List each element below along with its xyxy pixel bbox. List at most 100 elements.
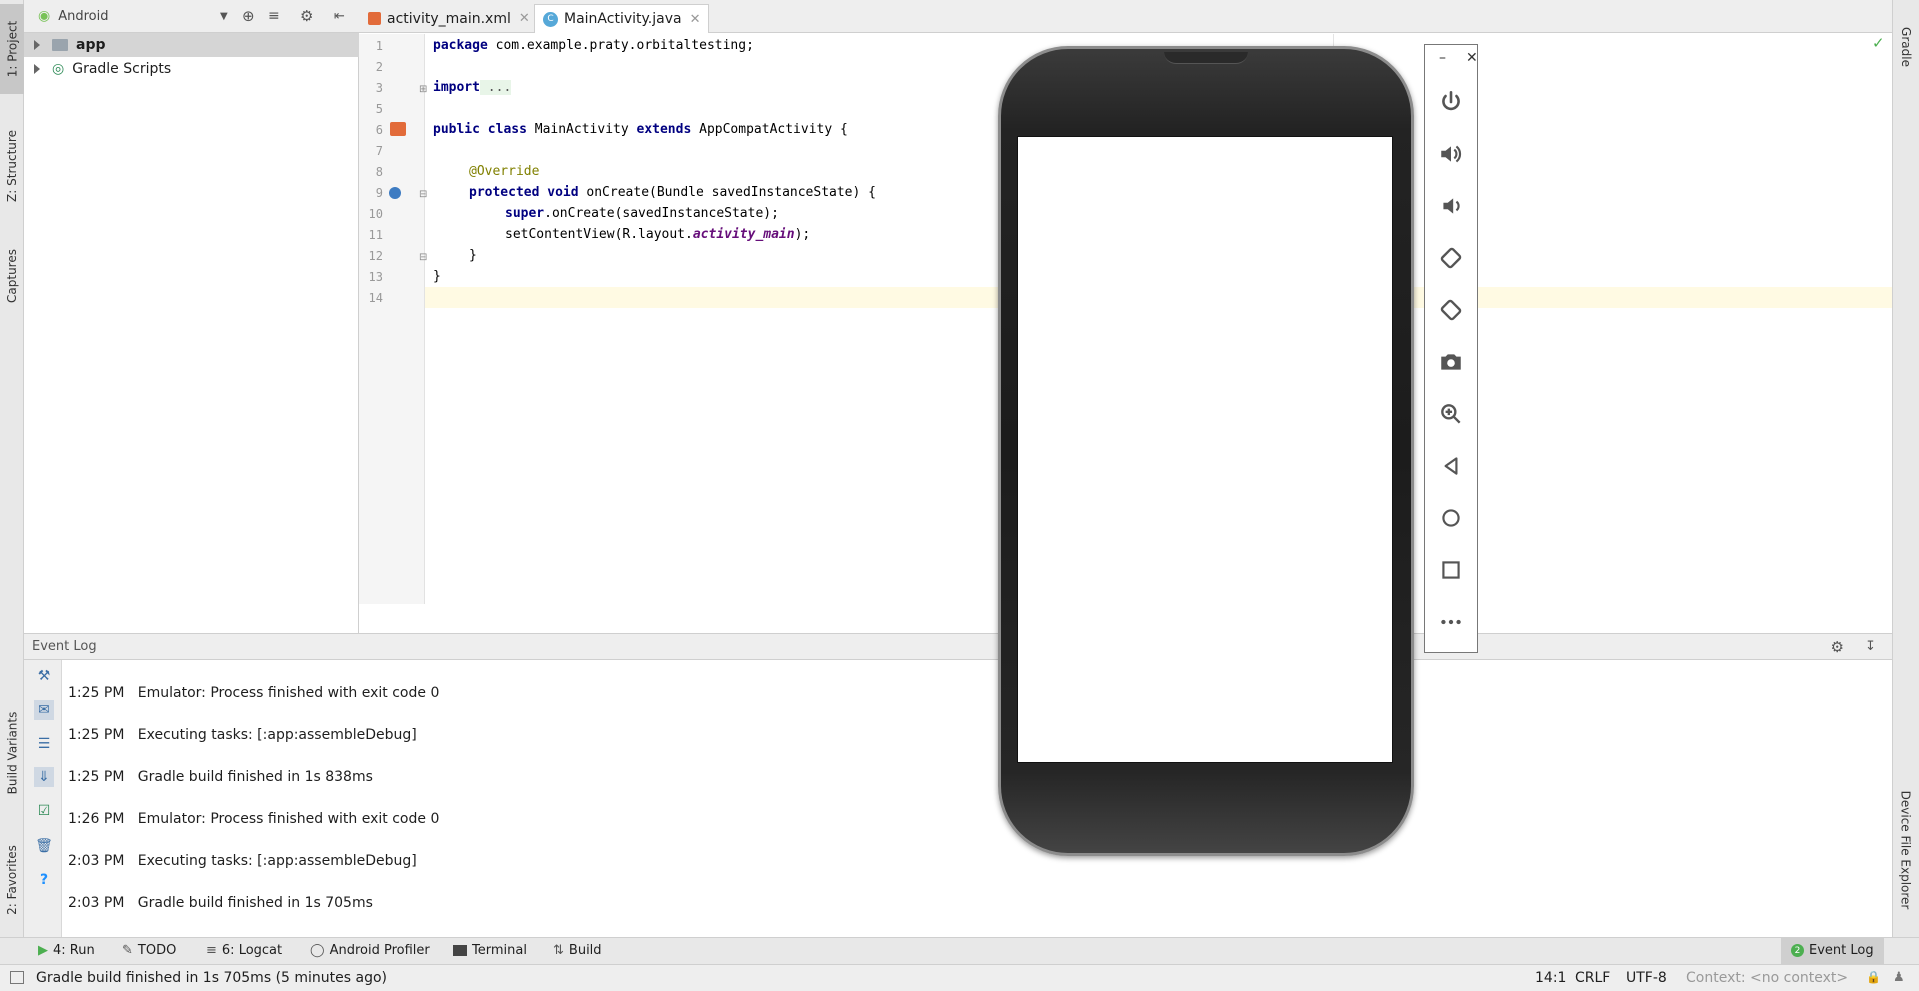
event-log-tool-button[interactable]: 2 Event Log xyxy=(1781,937,1884,964)
tree-item-app[interactable]: app xyxy=(24,33,359,57)
profiler-icon: ◯ xyxy=(310,943,325,958)
gear-icon[interactable]: ⚙ xyxy=(300,7,313,25)
tab-mainactivity-java[interactable]: C MainActivity.java ✕ xyxy=(534,4,710,33)
lock-icon[interactable]: 🔒 xyxy=(1866,970,1881,984)
code-line-6: public class MainActivity extends AppCom… xyxy=(433,122,848,137)
logcat-tool-button[interactable]: ≡ 6: Logcat xyxy=(206,937,282,964)
log-entry: 1:26 PM Emulator: Process finished with … xyxy=(68,811,439,827)
emulator-screen[interactable] xyxy=(1017,136,1393,763)
tab-structure[interactable]: Z: Structure xyxy=(0,118,24,214)
code-line-11: setContentView(R.layout.activity_main); xyxy=(505,227,810,242)
hide-panel-icon[interactable]: ⇤ xyxy=(334,9,345,24)
mark-read-icon[interactable]: ☑ xyxy=(34,801,54,821)
line-number: 6 xyxy=(375,123,383,137)
tool-label: Android Profiler xyxy=(329,943,430,958)
screenshot-button[interactable] xyxy=(1424,342,1478,382)
bottom-tool-bar xyxy=(0,937,1919,964)
minimize-icon[interactable]: – xyxy=(1439,50,1446,66)
build-tool-button[interactable]: ⇅ Build xyxy=(553,937,602,964)
tab-project[interactable]: 1: Project xyxy=(0,4,24,94)
tab-build-variants[interactable]: Build Variants xyxy=(0,698,24,808)
project-view-selector[interactable]: Android xyxy=(58,9,108,24)
tab-gradle-label: Gradle xyxy=(1898,27,1913,67)
filter-icon[interactable]: ☰ xyxy=(34,734,54,754)
volume-up-button[interactable] xyxy=(1424,134,1478,174)
file-encoding[interactable]: UTF-8 xyxy=(1626,964,1667,991)
tab-favorites[interactable]: 2: Favorites xyxy=(0,830,24,930)
code-static-field: activity_main xyxy=(692,227,795,242)
chevron-right-icon[interactable] xyxy=(34,64,40,74)
todo-tool-button[interactable]: ✎ TODO xyxy=(122,937,176,964)
line-number: 13 xyxy=(368,270,383,284)
log-message: Emulator: Process finished with exit cod… xyxy=(137,811,440,827)
gear-icon[interactable]: ⚙ xyxy=(1831,638,1844,656)
rotate-left-button[interactable] xyxy=(1424,238,1478,278)
tab-label: activity_main.xml xyxy=(387,10,511,27)
toggle-tool-windows-icon[interactable] xyxy=(10,971,24,984)
line-separator[interactable]: CRLF xyxy=(1575,964,1610,991)
overview-button[interactable] xyxy=(1424,550,1478,590)
gradle-icon: ◎ xyxy=(52,61,65,77)
tree-item-gradle-scripts[interactable]: ◎ Gradle Scripts xyxy=(24,57,359,81)
tab-structure-label: Z: Structure xyxy=(5,130,19,202)
log-time: 1:25 PM xyxy=(68,685,125,701)
profiler-tool-button[interactable]: ◯ Android Profiler xyxy=(310,937,430,964)
home-button[interactable] xyxy=(1424,498,1478,538)
help-icon[interactable]: ? xyxy=(34,870,54,890)
line-number: 12 xyxy=(368,249,383,263)
code-text: } xyxy=(469,248,477,263)
line-number: 11 xyxy=(368,228,383,242)
code-line-10: super.onCreate(savedInstanceState); xyxy=(505,206,779,221)
locate-icon[interactable]: ⊕ xyxy=(242,7,255,25)
volume-down-button[interactable] xyxy=(1424,186,1478,226)
log-message: Executing tasks: [:app:assembleDebug] xyxy=(137,727,417,743)
override-marker-icon[interactable] xyxy=(389,187,401,199)
balloon-icon[interactable]: ✉ xyxy=(34,700,54,720)
more-button[interactable] xyxy=(1424,602,1478,642)
terminal-icon xyxy=(453,945,467,956)
fold-icon[interactable]: ⊟ xyxy=(419,252,427,263)
log-time: 1:25 PM xyxy=(68,769,125,785)
code-text: AppCompatActivity { xyxy=(691,122,848,137)
check-icon: ✓ xyxy=(1872,34,1885,52)
log-message: Executing tasks: [:app:assembleDebug] xyxy=(137,853,417,869)
settings-icon[interactable]: ⚒ xyxy=(34,666,54,686)
folder-icon xyxy=(52,39,68,51)
inspector-icon[interactable]: ♟ xyxy=(1893,970,1905,985)
code-keyword: super xyxy=(505,206,545,221)
back-icon xyxy=(1444,457,1458,475)
collapse-icon[interactable]: ≡ xyxy=(268,8,280,24)
code-line-8: @Override xyxy=(469,164,539,179)
rotate-right-button[interactable] xyxy=(1424,290,1478,330)
power-button[interactable] xyxy=(1424,82,1478,122)
code-text: onCreate(Bundle savedInstanceState) { xyxy=(578,185,876,200)
code-text: MainActivity xyxy=(526,122,637,137)
close-icon[interactable]: ✕ xyxy=(519,11,530,26)
caret-position[interactable]: 14:1 xyxy=(1535,964,1566,991)
chevron-down-icon[interactable]: ▼ xyxy=(220,11,228,22)
hide-panel-icon[interactable]: ↧ xyxy=(1865,639,1876,654)
run-tool-button[interactable]: ▶ 4: Run xyxy=(38,937,95,964)
line-number: 8 xyxy=(375,165,383,179)
tab-activity-main-xml[interactable]: activity_main.xml ✕ xyxy=(360,4,538,33)
zoom-button[interactable] xyxy=(1424,394,1478,434)
tool-label: TODO xyxy=(137,943,177,958)
fold-icon[interactable]: ⊟ xyxy=(419,189,427,200)
status-message[interactable]: Gradle build finished in 1s 705ms (5 min… xyxy=(36,964,387,991)
editor-gutter xyxy=(359,34,425,604)
tab-gradle[interactable]: Gradle xyxy=(1892,12,1919,82)
terminal-tool-button[interactable]: Terminal xyxy=(453,937,527,964)
back-button[interactable] xyxy=(1424,446,1478,486)
tab-device-file-explorer[interactable]: Device File Explorer xyxy=(1892,780,1919,920)
logcat-icon: ≡ xyxy=(206,943,217,958)
close-icon[interactable]: ✕ xyxy=(690,12,701,27)
fold-icon[interactable]: ⊞ xyxy=(419,84,427,95)
chevron-right-icon[interactable] xyxy=(34,40,40,50)
tool-label: Terminal xyxy=(472,943,527,958)
trash-icon[interactable]: 🗑 xyxy=(34,836,54,856)
tab-captures[interactable]: Captures xyxy=(0,236,24,316)
power-icon xyxy=(1442,90,1460,111)
close-icon[interactable]: ✕ xyxy=(1466,50,1478,66)
scroll-to-end-icon[interactable]: ⇓ xyxy=(34,767,54,787)
code-keyword: protected void xyxy=(469,185,579,200)
